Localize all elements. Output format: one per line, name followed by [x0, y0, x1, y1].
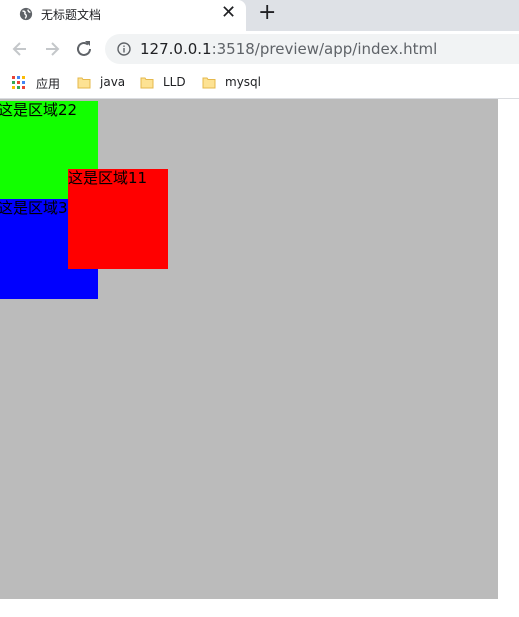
new-tab-button[interactable]: + — [258, 1, 276, 25]
browser-tab[interactable]: 无标题文档 ✕ — [0, 0, 246, 31]
region-11-box: 这是区域11 — [68, 169, 168, 269]
bookmark-label: mysql — [225, 75, 261, 89]
close-icon[interactable]: ✕ — [221, 3, 236, 23]
bookmark-label: 应用 — [36, 77, 61, 91]
reload-icon[interactable] — [73, 38, 95, 60]
bookmark-label: LLD — [163, 75, 186, 89]
back-arrow-icon[interactable] — [9, 38, 31, 60]
tab-title: 无标题文档 — [41, 8, 102, 22]
bookmark-label: java — [100, 75, 126, 89]
forward-arrow-icon[interactable] — [41, 38, 63, 60]
url-path: :3518/preview/app/index.html — [211, 40, 438, 58]
gray-container: 这是区域22 这是区域33 这是区域11 — [0, 99, 498, 599]
globe-icon — [19, 7, 33, 21]
tab-strip: 无标题文档 ✕ + — [0, 0, 519, 31]
folder-icon — [202, 77, 216, 89]
apps-grid-icon — [12, 76, 25, 89]
url-host: 127.0.0.1 — [140, 40, 212, 58]
info-icon[interactable] — [117, 42, 131, 56]
folder-icon — [140, 77, 154, 89]
url-text[interactable]: 127.0.0.1:3518/preview/app/index.html — [140, 40, 437, 58]
toolbar: 127.0.0.1:3518/preview/app/index.html — [0, 31, 519, 68]
address-bar[interactable]: 127.0.0.1:3518/preview/app/index.html — [105, 34, 519, 64]
page-viewport: 这是区域22 这是区域33 这是区域11 — [0, 99, 519, 617]
folder-icon — [77, 77, 91, 89]
bookmarks-bar: 应用 java LLD mysql — [0, 68, 519, 99]
